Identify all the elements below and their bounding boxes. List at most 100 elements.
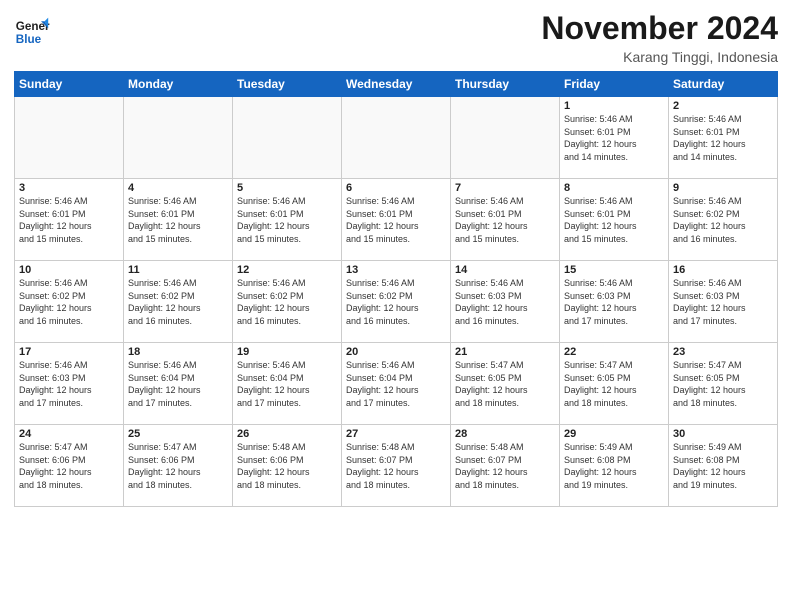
calendar-cell: 1Sunrise: 5:46 AM Sunset: 6:01 PM Daylig… [560,97,669,179]
day-number: 8 [564,182,664,194]
calendar-cell: 26Sunrise: 5:48 AM Sunset: 6:06 PM Dayli… [233,425,342,507]
day-info: Sunrise: 5:46 AM Sunset: 6:02 PM Dayligh… [673,195,773,245]
weekday-header: Friday [560,72,669,97]
calendar-cell: 19Sunrise: 5:46 AM Sunset: 6:04 PM Dayli… [233,343,342,425]
month-title: November 2024 [541,10,778,47]
day-number: 21 [455,346,555,358]
day-info: Sunrise: 5:48 AM Sunset: 6:06 PM Dayligh… [237,441,337,491]
day-info: Sunrise: 5:46 AM Sunset: 6:01 PM Dayligh… [564,113,664,163]
calendar-week-row: 3Sunrise: 5:46 AM Sunset: 6:01 PM Daylig… [15,179,778,261]
day-number: 4 [128,182,228,194]
weekday-header: Sunday [15,72,124,97]
calendar-cell: 5Sunrise: 5:46 AM Sunset: 6:01 PM Daylig… [233,179,342,261]
day-info: Sunrise: 5:47 AM Sunset: 6:06 PM Dayligh… [128,441,228,491]
day-number: 28 [455,428,555,440]
day-number: 17 [19,346,119,358]
day-info: Sunrise: 5:46 AM Sunset: 6:03 PM Dayligh… [673,277,773,327]
day-number: 30 [673,428,773,440]
calendar-cell: 9Sunrise: 5:46 AM Sunset: 6:02 PM Daylig… [669,179,778,261]
calendar-cell: 21Sunrise: 5:47 AM Sunset: 6:05 PM Dayli… [451,343,560,425]
calendar-week-row: 17Sunrise: 5:46 AM Sunset: 6:03 PM Dayli… [15,343,778,425]
day-number: 29 [564,428,664,440]
day-number: 7 [455,182,555,194]
day-info: Sunrise: 5:46 AM Sunset: 6:01 PM Dayligh… [128,195,228,245]
calendar-table: SundayMondayTuesdayWednesdayThursdayFrid… [14,71,778,507]
calendar-cell: 18Sunrise: 5:46 AM Sunset: 6:04 PM Dayli… [124,343,233,425]
day-info: Sunrise: 5:46 AM Sunset: 6:01 PM Dayligh… [346,195,446,245]
svg-text:Blue: Blue [16,33,42,46]
day-info: Sunrise: 5:49 AM Sunset: 6:08 PM Dayligh… [673,441,773,491]
calendar-cell: 6Sunrise: 5:46 AM Sunset: 6:01 PM Daylig… [342,179,451,261]
calendar-cell: 8Sunrise: 5:46 AM Sunset: 6:01 PM Daylig… [560,179,669,261]
calendar-cell: 10Sunrise: 5:46 AM Sunset: 6:02 PM Dayli… [15,261,124,343]
day-number: 22 [564,346,664,358]
weekday-header: Wednesday [342,72,451,97]
calendar-cell: 20Sunrise: 5:46 AM Sunset: 6:04 PM Dayli… [342,343,451,425]
calendar-cell: 24Sunrise: 5:47 AM Sunset: 6:06 PM Dayli… [15,425,124,507]
day-info: Sunrise: 5:46 AM Sunset: 6:01 PM Dayligh… [673,113,773,163]
calendar-cell: 12Sunrise: 5:46 AM Sunset: 6:02 PM Dayli… [233,261,342,343]
calendar-cell: 15Sunrise: 5:46 AM Sunset: 6:03 PM Dayli… [560,261,669,343]
calendar-cell: 23Sunrise: 5:47 AM Sunset: 6:05 PM Dayli… [669,343,778,425]
day-info: Sunrise: 5:47 AM Sunset: 6:06 PM Dayligh… [19,441,119,491]
day-number: 12 [237,264,337,276]
calendar-cell: 25Sunrise: 5:47 AM Sunset: 6:06 PM Dayli… [124,425,233,507]
day-info: Sunrise: 5:46 AM Sunset: 6:01 PM Dayligh… [19,195,119,245]
weekday-header: Monday [124,72,233,97]
day-number: 25 [128,428,228,440]
day-info: Sunrise: 5:46 AM Sunset: 6:04 PM Dayligh… [237,359,337,409]
calendar-header-row: SundayMondayTuesdayWednesdayThursdayFrid… [15,72,778,97]
day-number: 6 [346,182,446,194]
calendar-cell: 22Sunrise: 5:47 AM Sunset: 6:05 PM Dayli… [560,343,669,425]
logo-icon: General Blue [14,14,50,50]
calendar-cell: 14Sunrise: 5:46 AM Sunset: 6:03 PM Dayli… [451,261,560,343]
weekday-header: Tuesday [233,72,342,97]
calendar-cell: 29Sunrise: 5:49 AM Sunset: 6:08 PM Dayli… [560,425,669,507]
day-info: Sunrise: 5:46 AM Sunset: 6:02 PM Dayligh… [346,277,446,327]
day-info: Sunrise: 5:49 AM Sunset: 6:08 PM Dayligh… [564,441,664,491]
calendar-cell: 3Sunrise: 5:46 AM Sunset: 6:01 PM Daylig… [15,179,124,261]
day-number: 1 [564,100,664,112]
day-info: Sunrise: 5:46 AM Sunset: 6:01 PM Dayligh… [455,195,555,245]
day-info: Sunrise: 5:46 AM Sunset: 6:04 PM Dayligh… [128,359,228,409]
calendar-cell: 7Sunrise: 5:46 AM Sunset: 6:01 PM Daylig… [451,179,560,261]
day-number: 9 [673,182,773,194]
calendar-week-row: 10Sunrise: 5:46 AM Sunset: 6:02 PM Dayli… [15,261,778,343]
weekday-header: Saturday [669,72,778,97]
calendar-cell [233,97,342,179]
day-number: 14 [455,264,555,276]
day-number: 18 [128,346,228,358]
logo: General Blue [14,14,52,50]
day-number: 20 [346,346,446,358]
calendar-cell: 30Sunrise: 5:49 AM Sunset: 6:08 PM Dayli… [669,425,778,507]
calendar-week-row: 1Sunrise: 5:46 AM Sunset: 6:01 PM Daylig… [15,97,778,179]
day-info: Sunrise: 5:46 AM Sunset: 6:02 PM Dayligh… [128,277,228,327]
page-header: General Blue November 2024 Karang Tinggi… [14,10,778,65]
day-number: 23 [673,346,773,358]
calendar-cell [124,97,233,179]
day-info: Sunrise: 5:46 AM Sunset: 6:01 PM Dayligh… [237,195,337,245]
calendar-cell: 11Sunrise: 5:46 AM Sunset: 6:02 PM Dayli… [124,261,233,343]
calendar-week-row: 24Sunrise: 5:47 AM Sunset: 6:06 PM Dayli… [15,425,778,507]
calendar-cell: 28Sunrise: 5:48 AM Sunset: 6:07 PM Dayli… [451,425,560,507]
day-number: 5 [237,182,337,194]
calendar-cell: 17Sunrise: 5:46 AM Sunset: 6:03 PM Dayli… [15,343,124,425]
day-info: Sunrise: 5:47 AM Sunset: 6:05 PM Dayligh… [455,359,555,409]
calendar-cell: 27Sunrise: 5:48 AM Sunset: 6:07 PM Dayli… [342,425,451,507]
day-number: 11 [128,264,228,276]
calendar-cell: 4Sunrise: 5:46 AM Sunset: 6:01 PM Daylig… [124,179,233,261]
day-info: Sunrise: 5:48 AM Sunset: 6:07 PM Dayligh… [346,441,446,491]
day-info: Sunrise: 5:48 AM Sunset: 6:07 PM Dayligh… [455,441,555,491]
day-info: Sunrise: 5:46 AM Sunset: 6:03 PM Dayligh… [564,277,664,327]
day-number: 24 [19,428,119,440]
day-number: 16 [673,264,773,276]
day-number: 27 [346,428,446,440]
location: Karang Tinggi, Indonesia [541,49,778,65]
day-info: Sunrise: 5:46 AM Sunset: 6:04 PM Dayligh… [346,359,446,409]
weekday-header: Thursday [451,72,560,97]
calendar-cell: 2Sunrise: 5:46 AM Sunset: 6:01 PM Daylig… [669,97,778,179]
day-number: 13 [346,264,446,276]
day-info: Sunrise: 5:47 AM Sunset: 6:05 PM Dayligh… [564,359,664,409]
calendar-cell: 16Sunrise: 5:46 AM Sunset: 6:03 PM Dayli… [669,261,778,343]
day-info: Sunrise: 5:47 AM Sunset: 6:05 PM Dayligh… [673,359,773,409]
